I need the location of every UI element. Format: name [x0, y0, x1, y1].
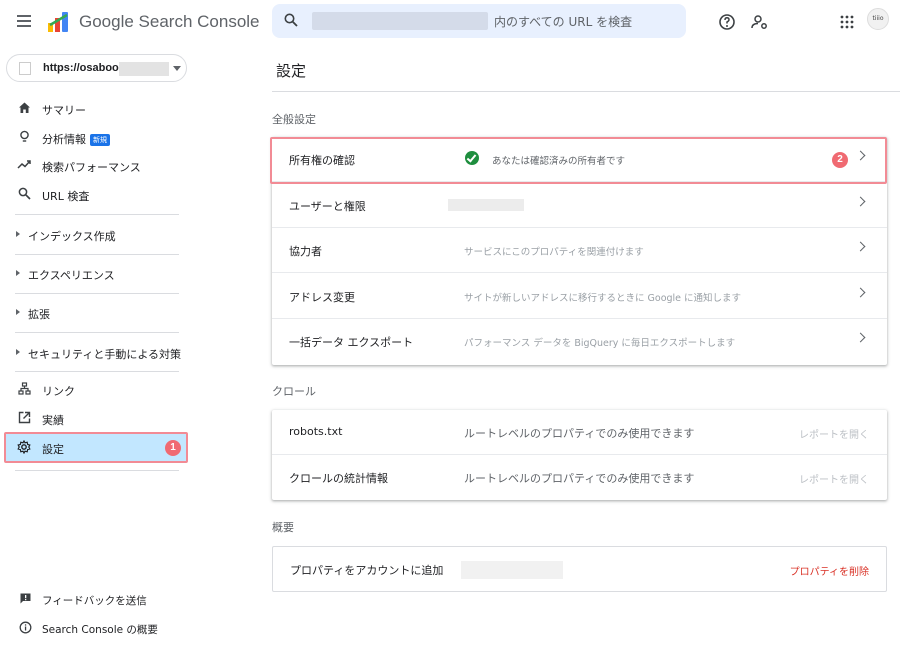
sidebar-divider [15, 293, 179, 294]
about-search-console-link[interactable]: Search Console の概要 [0, 619, 192, 639]
chevron-right-icon [16, 349, 20, 355]
associations-row[interactable]: 協力者 サービスにこのプロパティを関連付けます [272, 228, 887, 273]
sidebar-divider [15, 332, 179, 333]
chevron-right-icon [16, 231, 20, 237]
sidebar-item-insights[interactable]: 分析情報 新規 [0, 127, 192, 149]
row-name: robots.txt [289, 425, 343, 438]
annotation-badge-1: 1 [165, 440, 181, 456]
crawl-stats-row: クロールの統計情報 ルートレベルのプロパティでのみ使用できます レポートを開く [272, 455, 887, 500]
external-link-icon [17, 411, 31, 425]
sidebar-item-settings[interactable]: 設定 [0, 437, 192, 459]
redacted-domain [312, 12, 488, 30]
row-name: ユーザーと権限 [289, 200, 366, 213]
menu-icon[interactable] [17, 15, 31, 27]
annotation-badge-2: 2 [832, 152, 848, 168]
send-feedback-link[interactable]: フィードバックを送信 [0, 590, 192, 610]
add-property-card: プロパティをアカウントに追加 プロパティを削除 [272, 546, 887, 592]
change-of-address-row[interactable]: アドレス変更 サイトが新しいアドレスに移行するときに Google に通知します [272, 274, 887, 319]
sidebar-item-label: URL 検査 [42, 190, 90, 203]
sidebar-item-label: 分析情報 [42, 133, 86, 146]
sidebar-divider [15, 214, 179, 215]
row-name: アドレス変更 [289, 291, 355, 304]
row-desc: ルートレベルのプロパティでのみ使用できます [464, 472, 695, 485]
sidebar-divider [15, 371, 179, 372]
sidebar-item-performance[interactable]: 検索パフォーマンス [0, 155, 192, 177]
sidebar-item-url-inspection[interactable]: URL 検査 [0, 184, 192, 206]
row-name: 協力者 [289, 245, 322, 258]
chevron-right-icon [855, 332, 866, 343]
overview-heading: 概要 [272, 521, 294, 534]
sidebar-item-label: 実績 [42, 414, 64, 427]
url-inspect-search[interactable]: 内のすべての URL を検査 [272, 4, 686, 38]
search-placeholder: 内のすべての URL を検査 [494, 15, 633, 29]
help-icon[interactable] [717, 12, 737, 32]
remove-property-button[interactable]: プロパティを削除 [790, 563, 869, 578]
sidebar-item-label: 検索パフォーマンス [42, 161, 141, 174]
row-desc: サービスにこのプロパティを関連付けます [464, 247, 644, 258]
app-title: Google Search Console [79, 12, 260, 31]
sidebar-item-achievements[interactable]: 実績 [0, 408, 192, 430]
site-favicon [19, 62, 31, 75]
sidebar-item-label: リンク [42, 385, 75, 398]
section-label: インデックス作成 [28, 230, 116, 243]
new-badge: 新規 [90, 134, 110, 146]
section-label: セキュリティと手動による対策 [28, 348, 182, 361]
links-icon [17, 382, 31, 396]
search-icon [284, 13, 298, 27]
chevron-right-icon [855, 241, 866, 252]
redacted-account-info [461, 561, 563, 579]
bulk-data-export-row[interactable]: 一括データ エクスポート パフォーマンス データを BigQuery に毎日エク… [272, 319, 887, 364]
footer-label: Search Console の概要 [42, 624, 158, 636]
info-icon [18, 621, 32, 635]
users-permissions-row[interactable]: ユーザーと権限 [272, 183, 887, 228]
redacted-url [119, 62, 169, 76]
top-bar: Google Search Console 内のすべての URL を検査 tii… [0, 0, 900, 46]
footer-label: フィードバックを送信 [42, 595, 147, 607]
row-desc: ルートレベルのプロパティでのみ使用できます [464, 427, 695, 440]
property-url: https://osaboo [43, 62, 119, 74]
crawl-heading: クロール [272, 385, 316, 398]
manage-users-icon[interactable] [750, 12, 770, 32]
chevron-right-icon [16, 309, 20, 315]
redacted-user-info [448, 199, 524, 211]
sidebar-item-links[interactable]: リンク [0, 379, 192, 401]
row-name: クロールの統計情報 [289, 472, 388, 485]
title-divider [272, 91, 900, 92]
row-desc: サイトが新しいアドレスに移行するときに Google に通知します [464, 293, 742, 304]
section-label: エクスペリエンス [28, 269, 115, 282]
home-icon [17, 101, 31, 115]
property-selector[interactable]: https://osaboo [6, 54, 187, 82]
page-title: 設定 [276, 62, 307, 80]
sidebar-item-label: 設定 [42, 443, 64, 456]
apps-grid-icon[interactable] [837, 12, 857, 32]
chevron-right-icon [16, 270, 20, 276]
trending-icon [17, 158, 31, 172]
crawl-card: robots.txt ルートレベルのプロパティでのみ使用できます レポートを開く… [272, 410, 887, 500]
sidebar-item-label: サマリー [42, 104, 86, 117]
chevron-right-icon [855, 196, 866, 207]
row-name: 一括データ エクスポート [289, 336, 414, 349]
general-settings-heading: 全般設定 [272, 113, 316, 126]
gear-icon [17, 439, 31, 455]
add-property-label: プロパティをアカウントに追加 [290, 564, 444, 577]
robots-txt-row: robots.txt ルートレベルのプロパティでのみ使用できます レポートを開く [272, 410, 887, 455]
section-label: 拡張 [28, 308, 50, 321]
feedback-icon [18, 592, 32, 606]
account-avatar[interactable]: tiiio [867, 8, 889, 30]
row-desc: パフォーマンス データを BigQuery に毎日エクスポートします [464, 338, 736, 349]
open-report-link: レポートを開く [799, 475, 869, 486]
search-icon [17, 187, 31, 201]
sidebar-divider [15, 254, 179, 255]
sidebar-item-summary[interactable]: サマリー [0, 98, 192, 120]
chevron-right-icon [855, 287, 866, 298]
search-console-logo[interactable] [47, 11, 71, 33]
lightbulb-icon [17, 130, 31, 144]
ownership-row-highlight [270, 137, 887, 184]
sidebar-divider [15, 470, 179, 471]
chevron-down-icon [173, 66, 181, 71]
open-report-link: レポートを開く [799, 430, 869, 441]
